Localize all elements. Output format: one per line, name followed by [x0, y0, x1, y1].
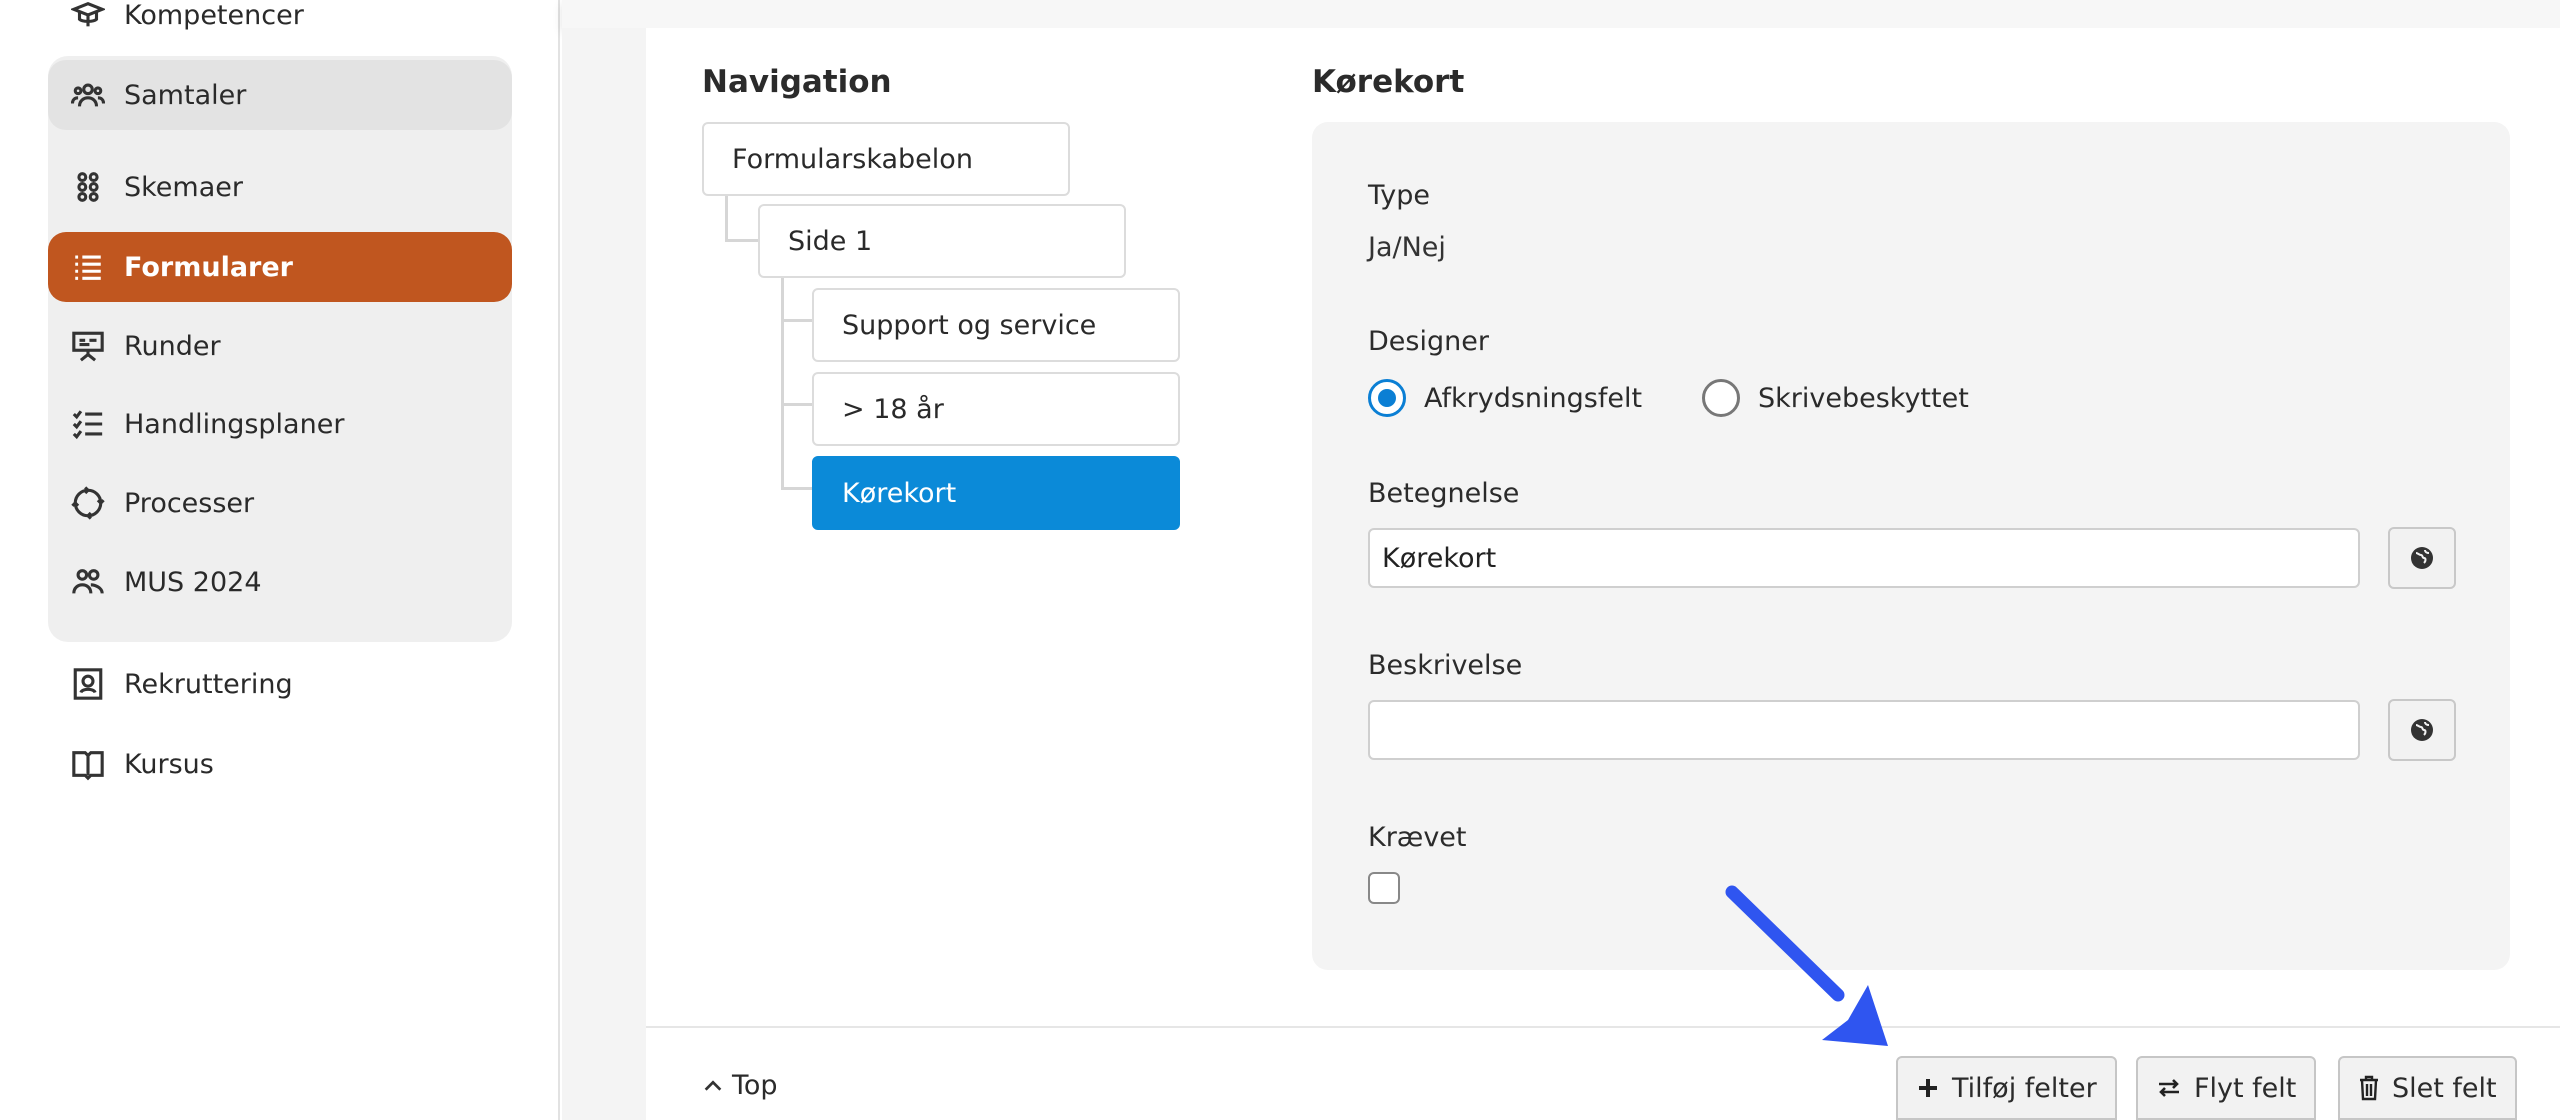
- delete-field-button[interactable]: Slet felt: [2338, 1056, 2517, 1120]
- sidebar-item-processer[interactable]: Processer: [48, 468, 512, 538]
- sidebar-item-skemaer[interactable]: Skemaer: [48, 152, 512, 222]
- top-link-label: Top: [732, 1070, 778, 1101]
- radio-circle-selected[interactable]: [1368, 379, 1406, 417]
- content-gutter: [562, 28, 646, 1120]
- globe-icon: [2411, 547, 2433, 569]
- beskrivelse-translate-button[interactable]: [2388, 699, 2456, 761]
- sidebar-item-formularer[interactable]: Formularer: [48, 232, 512, 302]
- scroll-top-link[interactable]: Top: [702, 1070, 778, 1101]
- radio-skrivebeskyttet[interactable]: Skrivebeskyttet: [1702, 379, 1969, 417]
- graduation-cap-icon: [70, 0, 106, 33]
- radio-label: Afkrydsningsfelt: [1424, 382, 1643, 414]
- move-field-button[interactable]: Flyt felt: [2136, 1056, 2317, 1120]
- beskrivelse-input[interactable]: [1368, 700, 2360, 760]
- tree-node-side-1[interactable]: Side 1: [758, 204, 1126, 278]
- open-book-icon: [70, 746, 106, 782]
- radio-afkrydsningsfelt[interactable]: Afkrydsningsfelt: [1368, 379, 1642, 417]
- kraevet-label: Krævet: [1368, 822, 1467, 853]
- sidebar-item-rekruttering[interactable]: Rekruttering: [48, 649, 512, 719]
- checklist-icon: [70, 406, 106, 442]
- details-heading: Kørekort: [1312, 64, 1465, 100]
- type-value: Ja/Nej: [1368, 232, 1446, 263]
- sidebar-item-label: Samtaler: [124, 79, 247, 111]
- navigation-heading: Navigation: [702, 64, 892, 100]
- people-group-icon: [70, 77, 106, 113]
- sidebar-item-label: Formularer: [124, 251, 293, 283]
- tree-node-over-18-aar[interactable]: > 18 år: [812, 372, 1180, 446]
- delete-field-label: Slet felt: [2392, 1072, 2497, 1104]
- sidebar-item-label: Kursus: [124, 748, 214, 780]
- presentation-board-icon: [70, 328, 106, 364]
- sidebar-item-label: Runder: [124, 330, 221, 362]
- sidebar-item-kursus[interactable]: Kursus: [48, 729, 512, 799]
- grid-dots-icon: [70, 169, 106, 205]
- radio-circle[interactable]: [1702, 379, 1740, 417]
- tree-node-support-og-service[interactable]: Support og service: [812, 288, 1180, 362]
- trash-icon: [2358, 1075, 2380, 1101]
- people-pair-icon: [70, 564, 106, 600]
- betegnelse-label: Betegnelse: [1368, 478, 1520, 509]
- sidebar-item-samtaler[interactable]: Samtaler: [48, 60, 512, 130]
- swap-arrows-icon: [2156, 1076, 2182, 1100]
- cycle-arrows-icon: [70, 485, 106, 521]
- betegnelse-input[interactable]: Kørekort: [1368, 528, 2360, 588]
- kraevet-checkbox[interactable]: [1368, 872, 1400, 904]
- plus-icon: [1916, 1076, 1940, 1100]
- sidebar: Kompetencer Samtaler Skemaer Formularer …: [0, 0, 560, 1120]
- sidebar-item-label: Kompetencer: [124, 0, 304, 31]
- list-icon: [70, 249, 106, 285]
- beskrivelse-label: Beskrivelse: [1368, 650, 1523, 681]
- top-header-strip: [562, 0, 2560, 28]
- radio-label: Skrivebeskyttet: [1758, 382, 1969, 414]
- tree-node-formularskabelon[interactable]: Formularskabelon: [702, 122, 1070, 196]
- sidebar-item-handlingsplaner[interactable]: Handlingsplaner: [48, 389, 512, 459]
- sidebar-item-label: Processer: [124, 487, 255, 519]
- sidebar-item-label: Skemaer: [124, 171, 243, 203]
- sidebar-item-kompetencer[interactable]: Kompetencer: [48, 0, 512, 50]
- sidebar-item-runder[interactable]: Runder: [48, 311, 512, 381]
- sidebar-item-mus-2024[interactable]: MUS 2024: [48, 547, 512, 617]
- type-label: Type: [1368, 180, 1431, 211]
- betegnelse-translate-button[interactable]: [2388, 527, 2456, 589]
- add-fields-label: Tilføj felter: [1952, 1072, 2097, 1104]
- sidebar-item-label: Handlingsplaner: [124, 408, 345, 440]
- id-badge-icon: [70, 666, 106, 702]
- sidebar-item-label: Rekruttering: [124, 668, 293, 700]
- globe-icon: [2411, 719, 2433, 741]
- sidebar-item-label: MUS 2024: [124, 566, 262, 598]
- move-field-label: Flyt felt: [2194, 1072, 2297, 1104]
- designer-label: Designer: [1368, 326, 1489, 357]
- add-fields-button[interactable]: Tilføj felter: [1896, 1056, 2117, 1120]
- footer-divider: [646, 1026, 2560, 1028]
- tree-node-koerekort[interactable]: Kørekort: [812, 456, 1180, 530]
- chevron-up-icon: [704, 1079, 722, 1091]
